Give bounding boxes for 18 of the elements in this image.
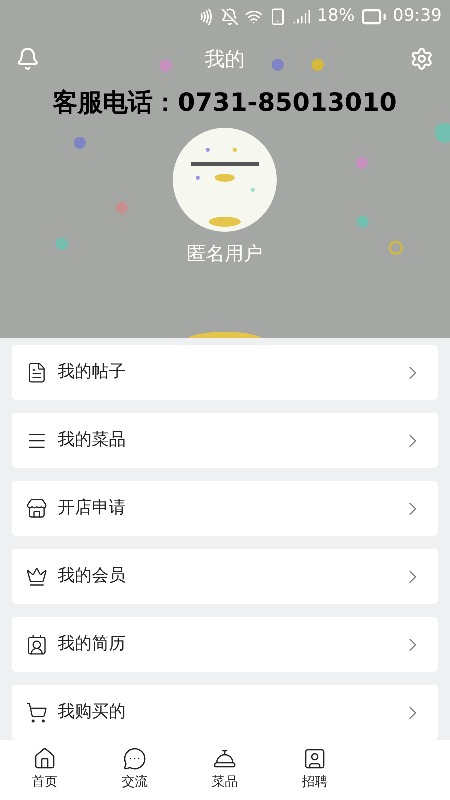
menu-item[interactable]: 我的简历 (12, 617, 438, 672)
chat-bubble-icon (123, 747, 147, 772)
tab-item[interactable]: 菜品 (180, 740, 270, 800)
menu-item[interactable]: 我的帖子 (12, 345, 438, 400)
person-card-icon (303, 747, 327, 772)
person-card-icon (26, 634, 48, 656)
menu-item[interactable]: 开店申请 (12, 481, 438, 536)
menu-item[interactable]: 我的会员 (12, 549, 438, 604)
tab-item[interactable]: 首页 (0, 740, 90, 800)
menu-item[interactable]: 我购买的 (12, 685, 438, 740)
cart-icon (26, 702, 48, 724)
menu-item[interactable]: 我的菜品 (12, 413, 438, 468)
crown-icon (26, 566, 48, 588)
tab-item[interactable]: 交流 (90, 740, 180, 800)
store-icon (26, 498, 48, 520)
document-icon (26, 362, 48, 384)
tab-item[interactable]: 招聘 (270, 740, 360, 800)
home-icon (33, 747, 57, 772)
